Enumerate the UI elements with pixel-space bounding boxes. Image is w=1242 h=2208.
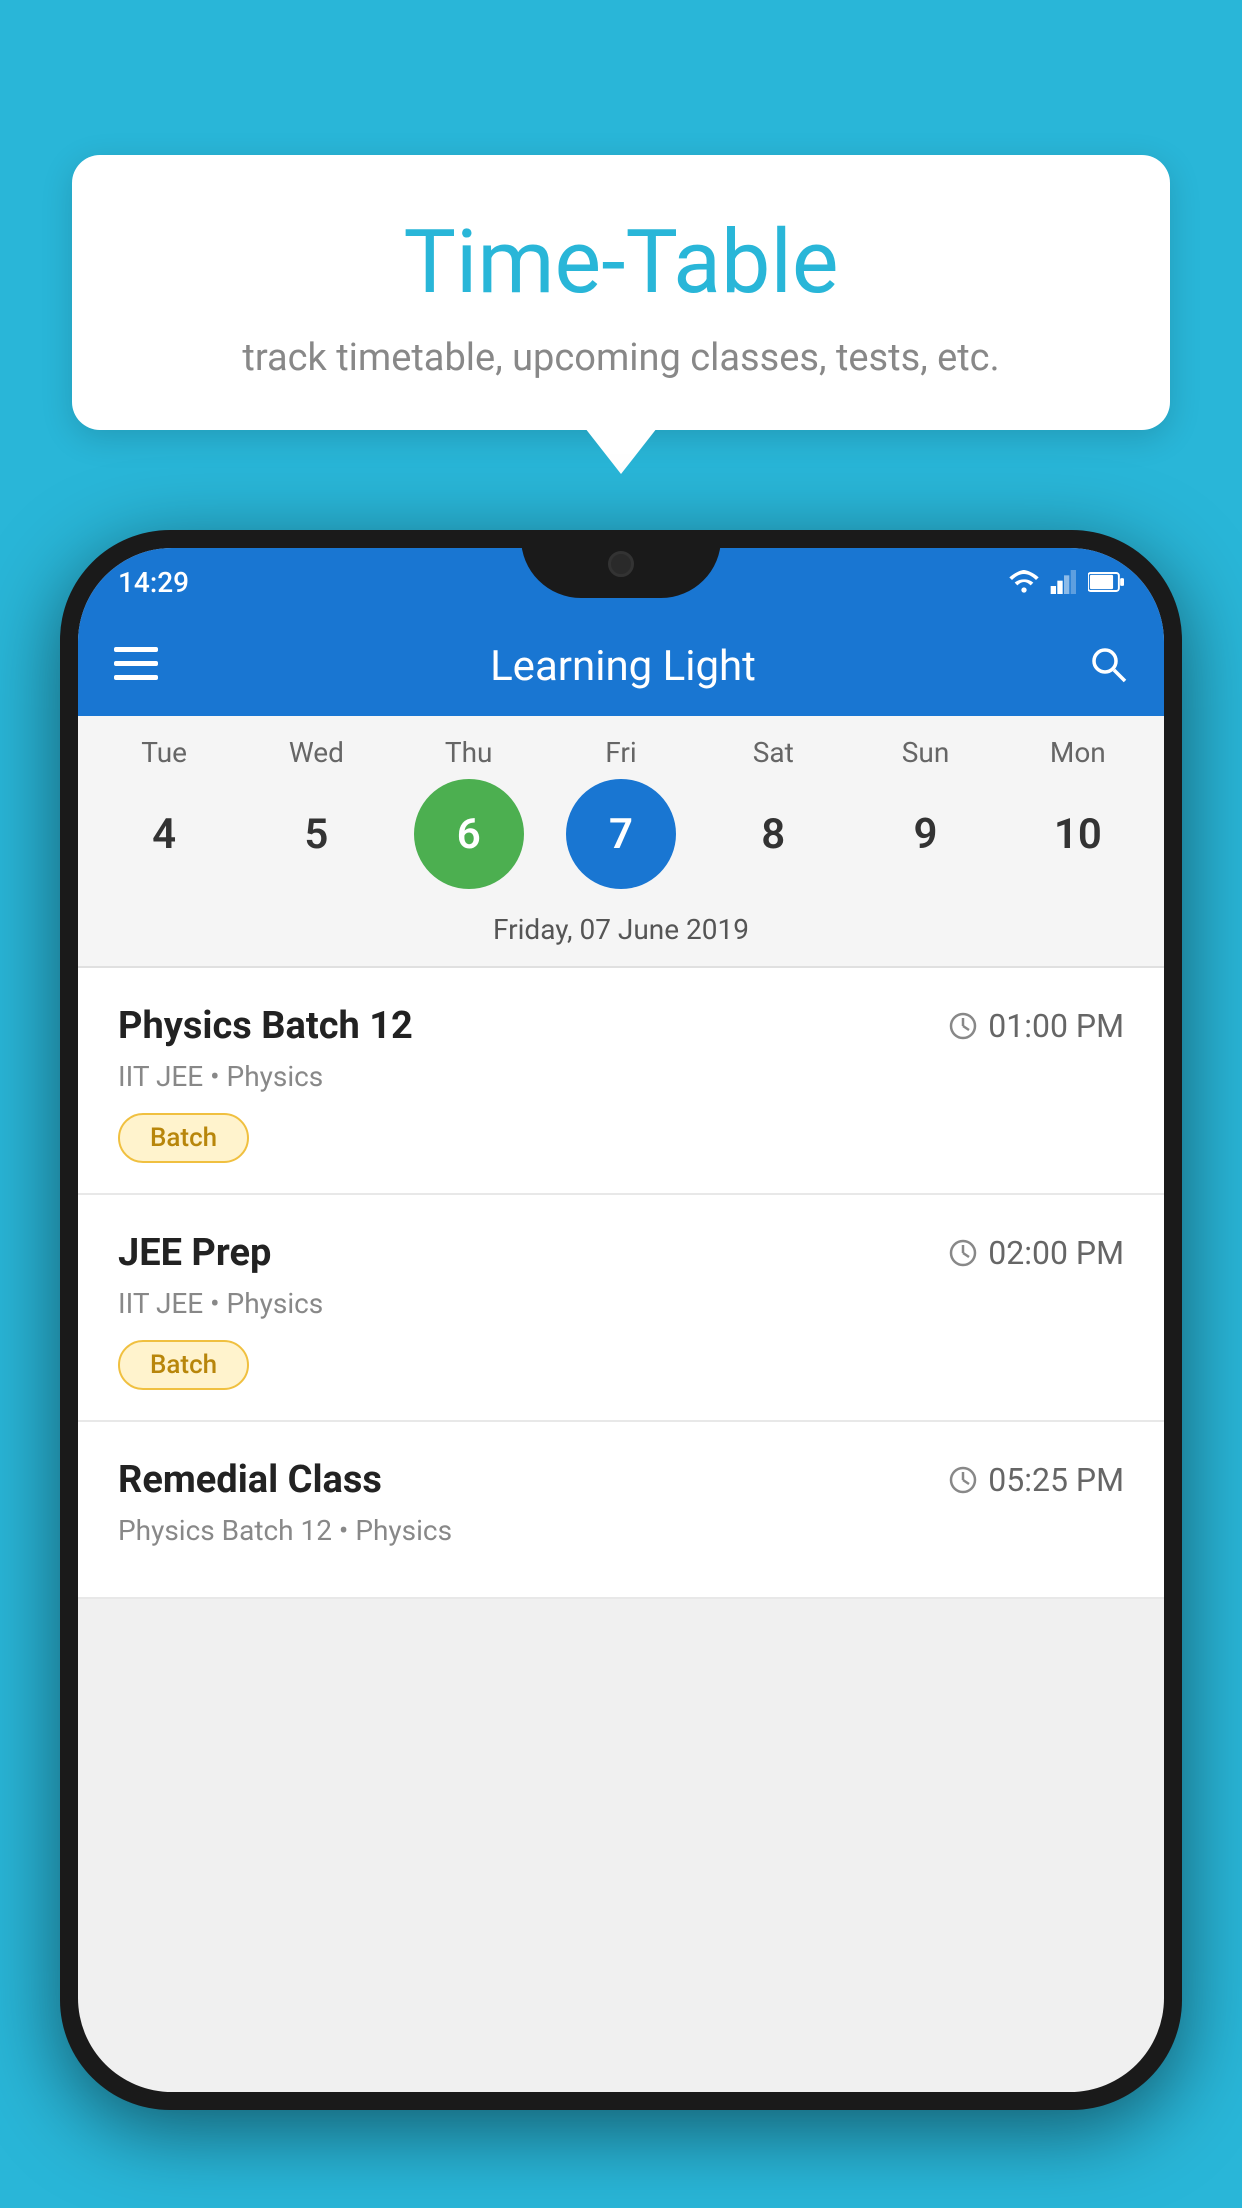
schedule-item-1-time: 01:00 PM: [948, 1007, 1124, 1045]
clock-icon-1: [948, 1011, 978, 1041]
schedule-item-1-badge: Batch: [118, 1113, 249, 1163]
tooltip-card: Time-Table track timetable, upcoming cla…: [72, 155, 1170, 430]
tooltip-title: Time-Table: [112, 215, 1130, 312]
phone-notch: [521, 530, 721, 598]
search-icon[interactable]: [1088, 644, 1128, 688]
day-numbers: 4 5 6 7 8 9 10: [78, 779, 1164, 905]
day-header-sun: Sun: [871, 736, 981, 769]
phone-container: 14:29: [60, 530, 1182, 2208]
calendar-strip: Tue Wed Thu Fri Sat Sun Mon 4 5 6 7 8 9 …: [78, 716, 1164, 966]
schedule-item-2-header: JEE Prep 02:00 PM: [118, 1231, 1124, 1275]
day-header-fri: Fri: [566, 736, 676, 769]
day-headers: Tue Wed Thu Fri Sat Sun Mon: [78, 736, 1164, 779]
selected-date-label: Friday, 07 June 2019: [78, 905, 1164, 966]
day-8[interactable]: 8: [718, 779, 828, 889]
day-9[interactable]: 9: [871, 779, 981, 889]
schedule-item-1[interactable]: Physics Batch 12 01:00 PM IIT JEE • Phys…: [78, 968, 1164, 1195]
phone-outer: 14:29: [60, 530, 1182, 2110]
schedule-item-2-time: 02:00 PM: [948, 1234, 1124, 1272]
schedule-item-2-title: JEE Prep: [118, 1231, 271, 1275]
day-4[interactable]: 4: [109, 779, 219, 889]
day-7-selected[interactable]: 7: [566, 779, 676, 889]
schedule-item-1-header: Physics Batch 12 01:00 PM: [118, 1004, 1124, 1048]
day-10[interactable]: 10: [1023, 779, 1133, 889]
schedule-list: Physics Batch 12 01:00 PM IIT JEE • Phys…: [78, 968, 1164, 1599]
schedule-item-1-subtitle: IIT JEE • Physics: [118, 1060, 1124, 1093]
schedule-item-3[interactable]: Remedial Class 05:25 PM Physics Batch 12…: [78, 1422, 1164, 1599]
phone-screen: 14:29: [78, 548, 1164, 2092]
status-icons: [1008, 570, 1124, 594]
schedule-item-2[interactable]: JEE Prep 02:00 PM IIT JEE • Physics Batc…: [78, 1195, 1164, 1422]
schedule-item-1-title: Physics Batch 12: [118, 1004, 413, 1048]
day-header-wed: Wed: [261, 736, 371, 769]
schedule-item-3-time: 05:25 PM: [948, 1461, 1124, 1499]
wifi-icon: [1008, 570, 1040, 594]
schedule-item-3-subtitle: Physics Batch 12 • Physics: [118, 1514, 1124, 1547]
schedule-item-2-badge: Batch: [118, 1340, 249, 1390]
camera-dot: [608, 551, 634, 577]
schedule-item-3-header: Remedial Class 05:25 PM: [118, 1458, 1124, 1502]
battery-icon: [1088, 570, 1124, 594]
day-header-thu: Thu: [414, 736, 524, 769]
signal-icon: [1050, 570, 1078, 594]
hamburger-icon[interactable]: [114, 647, 158, 685]
tooltip-subtitle: track timetable, upcoming classes, tests…: [112, 336, 1130, 380]
day-header-mon: Mon: [1023, 736, 1133, 769]
schedule-item-2-subtitle: IIT JEE • Physics: [118, 1287, 1124, 1320]
day-header-sat: Sat: [718, 736, 828, 769]
day-header-tue: Tue: [109, 736, 219, 769]
app-bar-title: Learning Light: [188, 642, 1058, 691]
app-bar: Learning Light: [78, 616, 1164, 716]
day-5[interactable]: 5: [261, 779, 371, 889]
clock-icon-2: [948, 1238, 978, 1268]
day-6-today[interactable]: 6: [414, 779, 524, 889]
schedule-item-3-title: Remedial Class: [118, 1458, 382, 1502]
clock-icon-3: [948, 1465, 978, 1495]
